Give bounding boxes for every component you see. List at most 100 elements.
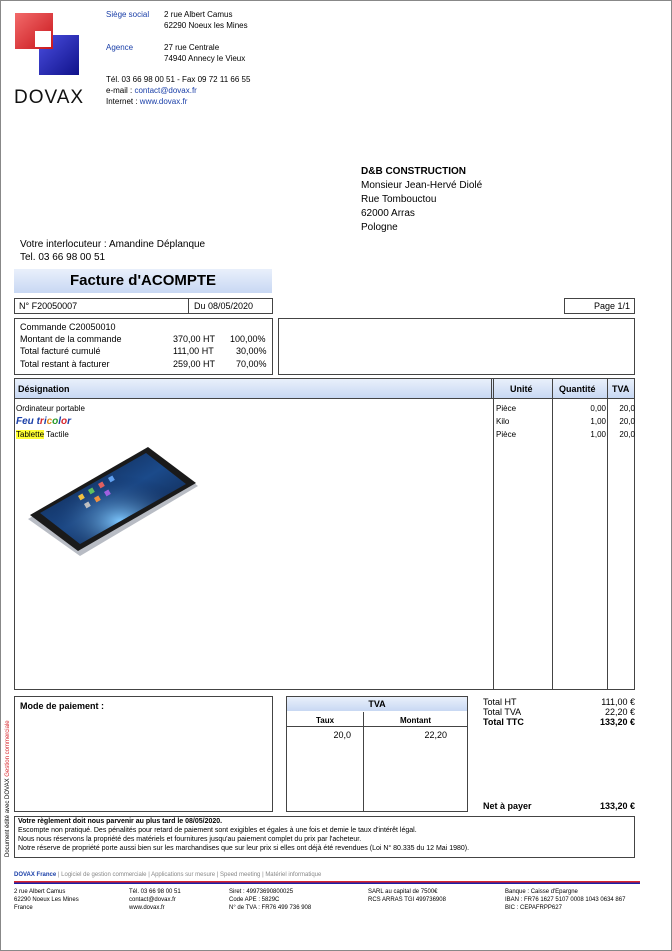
summary-amount-0: 370,00 HT: [173, 334, 216, 344]
tva-title: TVA: [287, 697, 467, 711]
siege-line2: 62290 Noeux les Mines: [164, 21, 248, 30]
footer-col3: Siret : 49973690800025 Code APE : 5829C …: [229, 888, 311, 912]
conditions-line3: Nous nous réservons la propriété des mat…: [18, 836, 362, 843]
footer-col5-0: Banque : Caisse d'Epargne: [505, 889, 578, 895]
siege-label: Siège social: [106, 10, 150, 19]
tablet-image: [18, 441, 203, 559]
footer-link-0[interactable]: DOVAX France: [14, 872, 56, 878]
contact-line1: Votre interlocuteur : Amandine Déplanque: [20, 239, 206, 250]
item-quantite-2: 1,00: [590, 430, 606, 439]
contact-line2: Tel. 03 66 98 00 51: [20, 252, 106, 263]
recipient-country: Pologne: [361, 222, 398, 233]
item-tva-2: 20,0: [619, 430, 635, 439]
item-quantite-1: 1,00: [590, 417, 606, 426]
tva-montant-label: Montant: [399, 716, 432, 725]
conditions-line1: Votre règlement doit nous parvenir au pl…: [18, 818, 223, 825]
tva-taux: 20,0: [333, 730, 351, 740]
invoice-date-text: Du 08/05/2020: [194, 301, 254, 311]
item-tva-1: 20,0: [619, 417, 635, 426]
recipient-street: Rue Tombouctou: [361, 194, 437, 205]
side-credit-link[interactable]: Gestion commerciale: [5, 720, 11, 776]
footer-link-3[interactable]: Speed meeting: [220, 872, 260, 878]
footer-col1-2: France: [14, 905, 33, 911]
email-link[interactable]: contact@dovax.fr: [134, 86, 196, 95]
payment-box: Mode de paiement :: [14, 696, 273, 812]
order-number: Commande C20050010: [20, 322, 116, 332]
email-line: e-mail : contact@dovax.fr: [106, 86, 197, 95]
footer-link-4[interactable]: Matériel informatique: [265, 872, 321, 878]
footer-col1: 2 rue Albert Camus 62290 Noeux Les Mines…: [14, 888, 79, 912]
recipient-company: D&B CONSTRUCTION: [361, 166, 466, 177]
website-link[interactable]: www.dovax.fr: [140, 97, 188, 106]
col-divider-1: [493, 379, 494, 689]
logo-text: DOVAX: [14, 87, 85, 108]
table-header: [15, 379, 634, 399]
notes-box: [278, 318, 635, 375]
siege-line1: 2 rue Albert Camus: [164, 10, 233, 19]
footer-col4-0: SARL au capital de 7500€: [368, 889, 438, 895]
tva-taux-label: Taux: [315, 716, 335, 725]
item-highlight: Tablette: [16, 430, 45, 439]
footer-col4-1: RCS ARRAS TGI 499736908: [368, 897, 446, 903]
footer-col5-2: BIC : CEPAFRPP627: [505, 905, 562, 911]
footer-link-1[interactable]: Logiciel de gestion commerciale: [61, 872, 146, 878]
header-designation: Désignation: [18, 384, 70, 394]
summary-pct-1: 30,00%: [236, 346, 267, 356]
footer-link-2[interactable]: Applications sur mesure: [151, 872, 215, 878]
net-label: Net à payer: [483, 801, 532, 811]
summary-label-2: Total restant à facturer: [20, 359, 110, 369]
footer-col4: SARL au capital de 7500€ RCS ARRAS TGI 4…: [368, 888, 446, 904]
footer-col3-1: Code APE : 5829C: [229, 897, 280, 903]
item-unite-1: Kilo: [496, 417, 510, 426]
footer-col3-2: N° de TVA : FR76 499 736 908: [229, 905, 312, 911]
conditions-box: Votre règlement doit nous parvenir au pl…: [14, 816, 635, 858]
recipient-city: 62000 Arras: [361, 208, 415, 219]
footer-links: DOVAX France | Logiciel de gestion comme…: [14, 872, 322, 878]
footer-col5: Banque : Caisse d'Epargne IBAN : FR76 16…: [505, 888, 625, 912]
items-table: Désignation Unité Quantité TVA Ordinateu…: [14, 378, 635, 690]
footer-col2: Tél. 03 66 98 00 51 contact@dovax.fr www…: [129, 888, 181, 912]
item-designation-0: Ordinateur portable: [16, 404, 85, 413]
side-credit-part1: Document édité avec DOVAX: [5, 776, 11, 857]
header-quantite: Quantité: [559, 384, 596, 394]
col-divider-2: [552, 379, 553, 689]
invoice-date: Du 08/05/2020: [188, 298, 273, 314]
footer-col3-0: Siret : 49973690800025: [229, 889, 294, 895]
item-quantite-0: 0,00: [590, 404, 606, 413]
footer-col1-1: 62290 Noeux Les Mines: [14, 897, 79, 903]
total-ttc: 133,20 €: [599, 717, 635, 727]
total-tva-label: Total TVA: [483, 707, 522, 717]
item-tva-0: 20,0: [619, 404, 635, 413]
agence-line2: 74940 Annecy le Vieux: [164, 54, 246, 63]
conditions-line2: Escompte non pratiqué. Des pénalités pou…: [18, 827, 417, 834]
summary-label-1: Total facturé cumulé: [20, 346, 101, 356]
total-ht: 111,00 €: [601, 697, 635, 707]
total-ht-label: Total HT: [483, 697, 517, 707]
footer-col1-0: 2 rue Albert Camus: [14, 889, 66, 895]
invoice-number: N° F20050007: [14, 298, 189, 314]
summary-amount-2: 259,00 HT: [173, 359, 216, 369]
footer-col2-0: Tél. 03 66 98 00 51: [129, 889, 181, 895]
email-label: e-mail :: [106, 86, 135, 95]
summary-amount-1: 111,00 HT: [173, 346, 214, 356]
recipient-name: Monsieur Jean-Hervé Diolé: [361, 180, 483, 191]
total-tva: 22,20 €: [604, 707, 635, 717]
invoice-number-text: N° F20050007: [19, 301, 78, 311]
page-number-text: Page 1/1: [593, 301, 630, 311]
agence-line1: 27 rue Centrale: [164, 43, 220, 52]
tva-montant: 22,20: [424, 730, 447, 740]
conditions-line4: Notre réserve de propriété porte aussi b…: [18, 845, 470, 852]
header-tva: TVA: [612, 384, 630, 394]
header-unite: Unité: [510, 384, 533, 394]
dovax-logo: [13, 11, 83, 81]
page-number: Page 1/1: [564, 298, 635, 314]
item-unite-0: Pièce: [496, 404, 517, 413]
header-divider-2: [491, 379, 492, 399]
invoice-page: DOVAX Siège social 2 rue Albert Camus 62…: [0, 0, 672, 951]
summary-pct-2: 70,00%: [236, 359, 267, 369]
footer-col5-1: IBAN : FR76 1627 5107 0008 1043 0634 867: [505, 897, 626, 903]
footer-rule: [14, 881, 640, 884]
footer-col2-2: www.dovax.fr: [129, 905, 165, 911]
item-unite-2: Pièce: [496, 430, 517, 439]
summary-label-0: Montant de la commande: [20, 334, 122, 344]
